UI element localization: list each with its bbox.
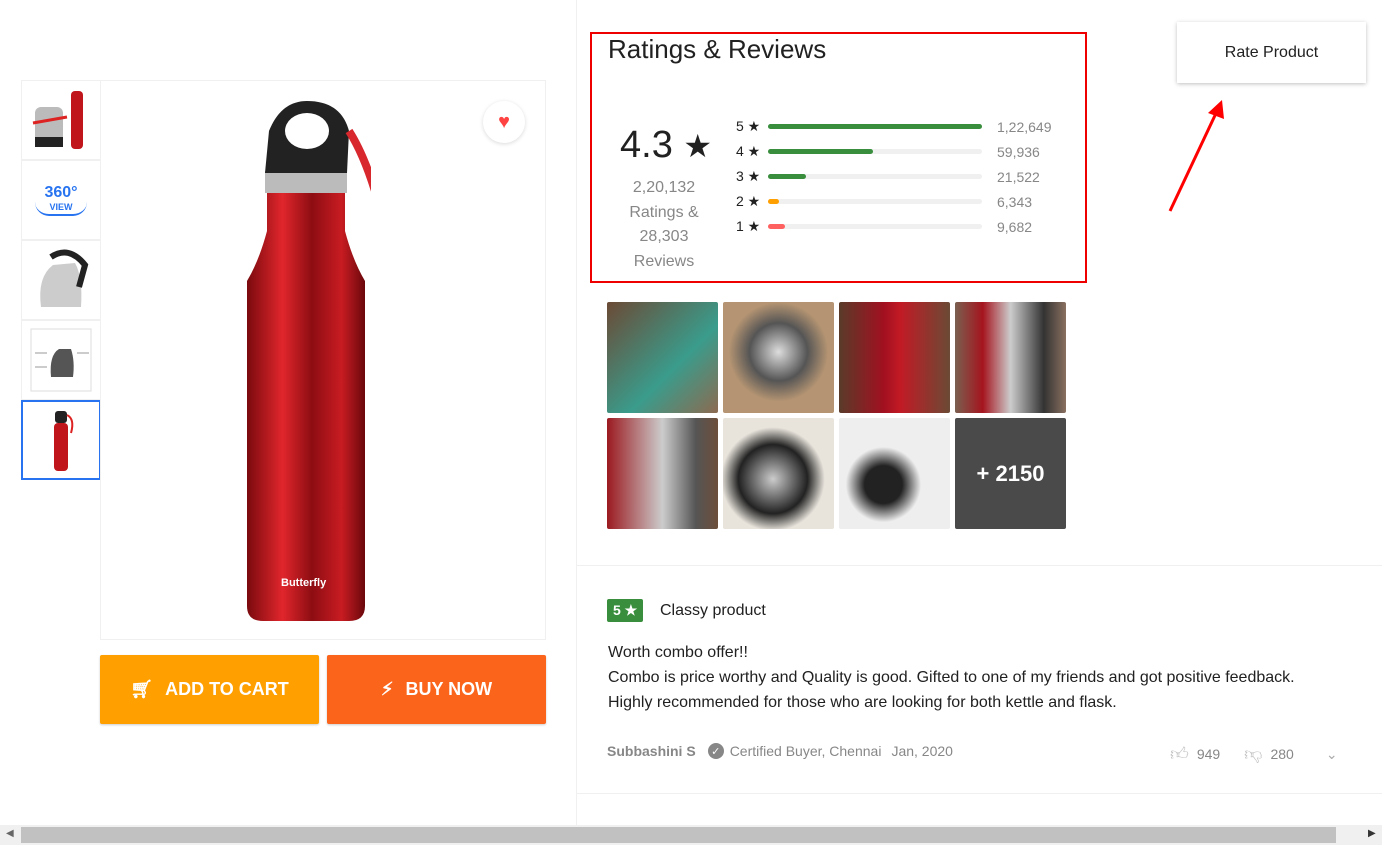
customer-photo[interactable] <box>723 302 834 413</box>
ratings-count: 2,20,132 <box>632 179 696 196</box>
star-icon: ★ <box>683 128 713 164</box>
rating-bar-track <box>768 224 982 229</box>
chevron-down-icon[interactable]: ⌄ <box>1326 746 1338 763</box>
verified-check-icon: ✓ <box>707 743 724 759</box>
star-label: 2 ★ <box>736 193 761 209</box>
reviews-count: 28,303 <box>639 228 689 245</box>
annotation-arrow <box>1168 100 1224 212</box>
customer-photo[interactable] <box>839 302 950 413</box>
average-rating: 4.3 ★ <box>620 124 712 167</box>
rating-bar-row: 3 ★ 21,522 <box>736 164 1040 189</box>
cart-icon: 🛒︎ <box>130 679 154 699</box>
thumbs-down-icon[interactable]: 👎︎ <box>1244 743 1262 765</box>
reviews-label: Reviews <box>633 252 695 270</box>
column-divider <box>576 0 577 825</box>
thumbs-up-icon[interactable]: 👍︎ <box>1170 743 1189 765</box>
rating-bar-fill <box>768 224 785 229</box>
rating-bar-row: 4 ★ 59,936 <box>736 139 1040 164</box>
star-label: 4 ★ <box>736 143 761 159</box>
rating-count: 6,343 <box>997 193 1033 210</box>
thumbnail-combo[interactable] <box>21 80 101 160</box>
thumbnail-list: 360° VIEW <box>21 80 101 480</box>
horizontal-scrollbar[interactable]: ◀ ▶ <box>0 825 1382 845</box>
review-line: Highly recommended for those who are loo… <box>608 694 1117 711</box>
product-image: Butterfly ♥ <box>100 80 546 640</box>
rating-bar-row: 1 ★ 9,682 <box>736 214 1032 239</box>
wishlist-heart-button[interactable]: ♥ <box>483 101 525 143</box>
star-label: 3 ★ <box>736 168 761 184</box>
more-photos-button[interactable]: + 2150 <box>955 418 1066 529</box>
lightning-icon: ⚡︎ <box>380 679 394 699</box>
rating-bar-fill <box>768 174 806 179</box>
rating-bar-track <box>768 149 982 154</box>
rating-bar-track <box>768 174 982 179</box>
review-date: Jan, 2020 <box>891 743 953 759</box>
divider <box>577 793 1382 794</box>
thumbnail-kettle-specs[interactable] <box>21 320 101 400</box>
360-label: 360° <box>44 184 78 201</box>
star-label: 5 ★ <box>736 118 761 134</box>
thumbnail-bottle[interactable] <box>21 400 101 480</box>
buy-now-button[interactable]: ⚡︎ BUY NOW <box>327 655 546 724</box>
rating-bar-fill <box>768 149 873 154</box>
review-line: Combo is price worthy and Quality is goo… <box>608 669 1295 686</box>
rate-product-button[interactable]: Rate Product <box>1177 22 1366 83</box>
rating-bar-row: 5 ★ 1,22,649 <box>736 114 1052 139</box>
review-author: Subbashini S <box>607 743 696 759</box>
brand-logo: Butterfly <box>281 577 327 589</box>
rating-count: 9,682 <box>997 218 1033 235</box>
heart-icon: ♥ <box>498 110 510 133</box>
star-label: 1 ★ <box>736 218 761 234</box>
review-line: Worth combo offer!! <box>608 644 748 661</box>
average-value: 4.3 <box>620 124 673 166</box>
add-to-cart-label: ADD TO CART <box>165 679 289 699</box>
customer-photo[interactable] <box>955 302 1066 413</box>
ratings-summary: 2,20,132 Ratings & 28,303 Reviews <box>612 176 716 274</box>
rating-count: 59,936 <box>997 143 1040 160</box>
thumbnail-360-view[interactable]: 360° VIEW <box>21 160 101 240</box>
ratings-label: Ratings & <box>629 203 699 221</box>
customer-photos: + 2150 <box>607 302 1066 529</box>
scrollbar-thumb[interactable] <box>21 827 1336 843</box>
rating-count: 21,522 <box>997 168 1040 185</box>
bottle-image: Butterfly <box>247 101 371 621</box>
scroll-right-icon[interactable]: ▶ <box>1368 828 1376 839</box>
rating-count: 1,22,649 <box>997 118 1052 135</box>
add-to-cart-button[interactable]: 🛒︎ ADD TO CART <box>100 655 319 724</box>
customer-photo[interactable] <box>607 418 718 529</box>
rating-bar-fill <box>768 199 780 204</box>
customer-photo[interactable] <box>839 418 950 529</box>
scroll-left-icon[interactable]: ◀ <box>6 828 14 839</box>
review-text: Worth combo offer!! Combo is price worth… <box>608 640 1368 715</box>
rating-bar-row: 2 ★ 6,343 <box>736 189 1032 214</box>
certified-buyer: Certified Buyer, Chennai <box>729 743 882 759</box>
customer-photo[interactable] <box>607 302 718 413</box>
review-title: Classy product <box>660 602 766 619</box>
ratings-title: Ratings & Reviews <box>608 34 827 64</box>
review-meta: Subbashini S ✓ Certified Buyer, Chennai … <box>607 743 953 759</box>
dislikes-count: 280 <box>1270 746 1294 762</box>
likes-count: 949 <box>1196 746 1221 762</box>
thumbnail-kettle[interactable] <box>21 240 101 320</box>
rating-bar-track <box>768 124 982 129</box>
review-votes: 👍︎ 949 👎︎ 280 ⌄ <box>1170 743 1338 765</box>
rating-bar-track <box>768 199 982 204</box>
buy-now-label: BUY NOW <box>405 679 493 699</box>
customer-photo[interactable] <box>723 418 834 529</box>
review-rating-badge: 5 ★ <box>607 599 644 622</box>
rating-bar-fill <box>768 124 982 129</box>
divider <box>577 565 1382 566</box>
view-label: VIEW <box>35 202 87 216</box>
more-photos-label: + 2150 <box>976 460 1045 486</box>
